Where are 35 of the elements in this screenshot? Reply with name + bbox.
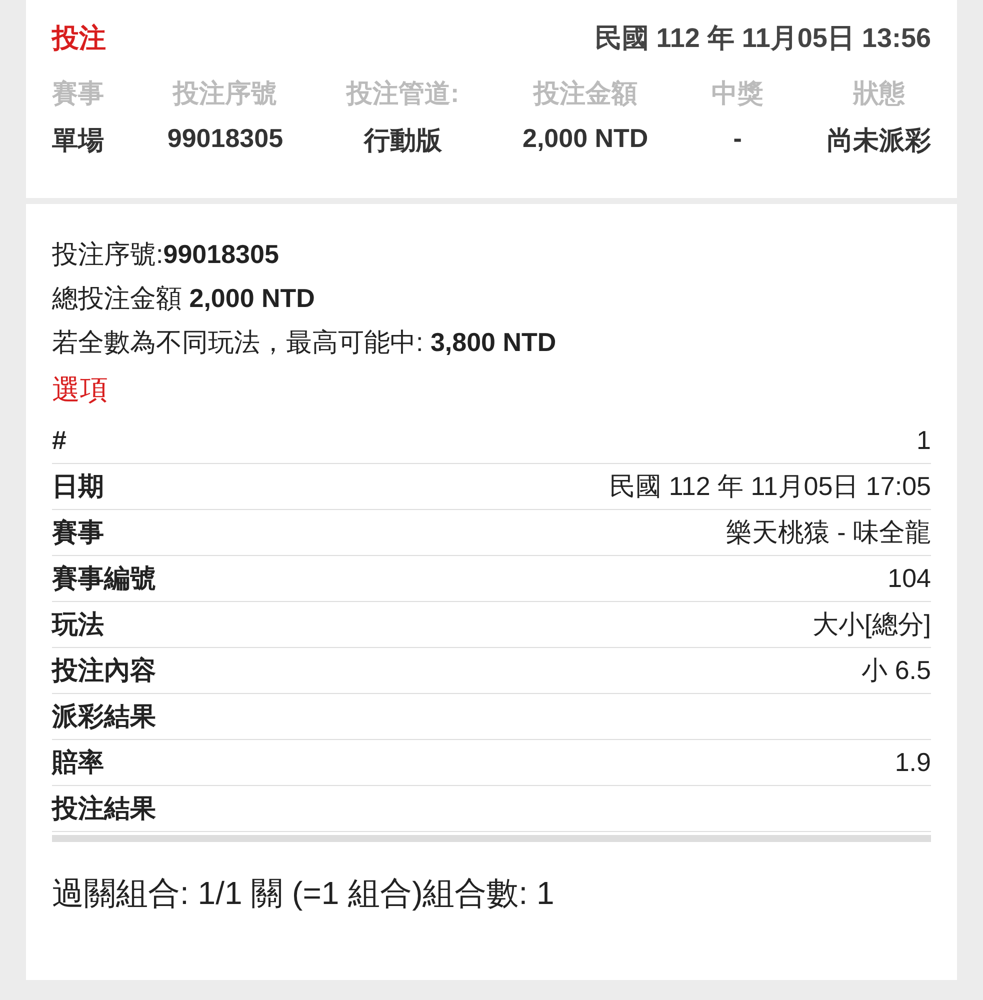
column-heading: 投注管道: <box>346 77 460 110</box>
row-label: 日期 <box>52 470 104 503</box>
column-value: 單場 <box>52 124 104 157</box>
detail-line: 總投注金額 2,000 NTD <box>52 282 316 315</box>
column-heading: 狀態 <box>852 77 905 110</box>
row-label: 投注內容 <box>52 654 156 687</box>
column-heading: 投注序號 <box>173 77 278 110</box>
row-value: 小 6.5 <box>862 654 931 687</box>
row-value: 大小[總分] <box>812 608 931 641</box>
column-heading: 投注金額 <box>533 77 638 110</box>
detail-line: 若全數為不同玩法，最高可能中: 3,800 NTD <box>52 326 558 359</box>
row-label: 派彩結果 <box>52 700 156 733</box>
row-label: 玩法 <box>52 608 104 641</box>
parlay-summary: 過關組合: 1/1 關 (=1 組合)組合數: 1 <box>52 874 556 913</box>
bet-title: 投注 <box>52 22 106 55</box>
row-label: 賽事 <box>52 516 104 549</box>
column-heading: 中獎 <box>712 77 764 110</box>
row-value: 1.9 <box>894 747 931 778</box>
column-value: 行動版 <box>364 124 442 157</box>
column-value: 99018305 <box>167 123 284 154</box>
options-title: 選項 <box>52 373 109 407</box>
row-label: 投注結果 <box>52 792 156 825</box>
row-value: 樂天桃猿 - 味全龍 <box>726 516 931 549</box>
row-value: 民國 112 年 11月05日 17:05 <box>610 470 931 503</box>
row-label: # <box>52 425 66 456</box>
column-value: - <box>733 123 742 154</box>
row-label: 賽事編號 <box>52 562 156 595</box>
bet-datetime: 民國 112 年 11月05日 13:56 <box>594 22 931 55</box>
detail-line: 投注序號:99018305 <box>52 238 280 271</box>
row-label: 賠率 <box>52 746 104 779</box>
column-value: 尚未派彩 <box>826 124 931 157</box>
column-heading: 賽事 <box>52 77 104 110</box>
column-value: 2,000 NTD <box>522 123 648 154</box>
row-value: 104 <box>888 563 931 594</box>
row-value: 1 <box>916 425 931 456</box>
